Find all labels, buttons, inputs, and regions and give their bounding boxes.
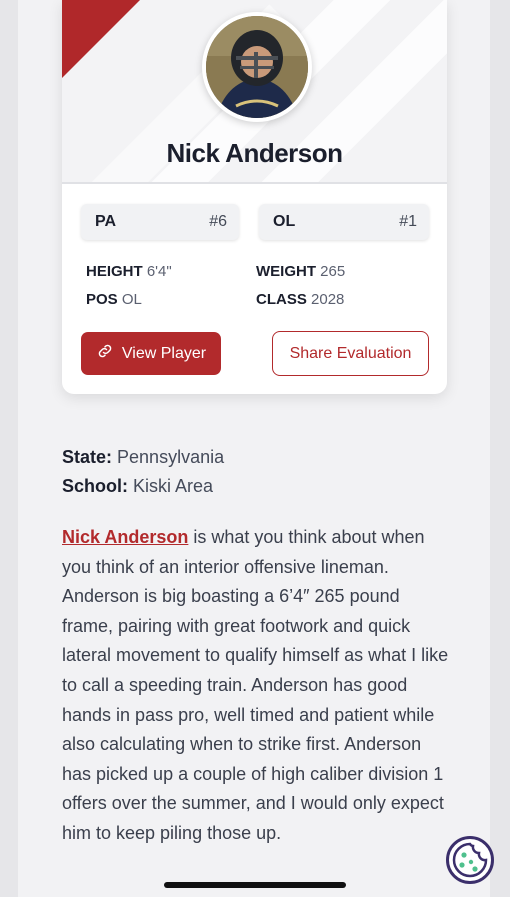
evaluation-text: Nick Anderson is what you think about wh… [62, 523, 452, 849]
stat-height: HEIGHT 6'4" [86, 263, 172, 280]
state-chip-rank: #6 [209, 213, 227, 230]
position-chip-label: OL [273, 213, 296, 230]
state-rank-chip: PA #6 [81, 204, 239, 240]
state-value: Pennsylvania [117, 447, 225, 467]
stat-height-label: HEIGHT [86, 263, 143, 280]
home-indicator [164, 882, 346, 888]
player-photo [206, 16, 308, 118]
stat-pos-value: OL [121, 291, 142, 308]
cookie-icon [452, 842, 488, 878]
card-header: Nick Anderson [62, 0, 447, 184]
position-rank-chip: OL #1 [259, 204, 429, 240]
school-info: School: Kiski Area [62, 476, 213, 497]
state-info: State: Pennsylvania [62, 447, 224, 468]
stat-pos-label: POS [86, 291, 118, 308]
position-chip-rank: #1 [399, 213, 417, 230]
stat-weight-label: WEIGHT [256, 263, 316, 280]
view-player-label: View Player [121, 344, 207, 362]
player-name-link[interactable]: Nick Anderson [62, 527, 188, 547]
cookie-settings-button[interactable] [446, 836, 494, 884]
player-photo-art [206, 16, 308, 118]
stat-height-value: 6'4" [146, 263, 172, 280]
share-evaluation-label: Share Evaluation [289, 344, 412, 362]
view-player-button[interactable]: View Player [81, 332, 221, 375]
link-icon [96, 342, 114, 365]
school-value: Kiski Area [133, 476, 214, 496]
stat-weight-value: 265 [320, 263, 346, 280]
school-label: School: [62, 476, 128, 496]
avatar [202, 12, 312, 122]
state-chip-label: PA [95, 213, 117, 230]
stat-weight: WEIGHT 265 [256, 263, 345, 280]
stat-class-label: CLASS [256, 291, 307, 308]
evaluation-body: is what you think about when you think o… [62, 527, 449, 843]
state-label: State: [62, 447, 113, 467]
player-name: Nick Anderson [166, 138, 343, 168]
share-evaluation-button[interactable]: Share Evaluation [272, 331, 429, 376]
stat-position: POS OL [86, 291, 142, 308]
stat-class: CLASS 2028 [256, 291, 344, 308]
hero-corner-accent [62, 0, 140, 78]
stat-class-value: 2028 [311, 291, 345, 308]
